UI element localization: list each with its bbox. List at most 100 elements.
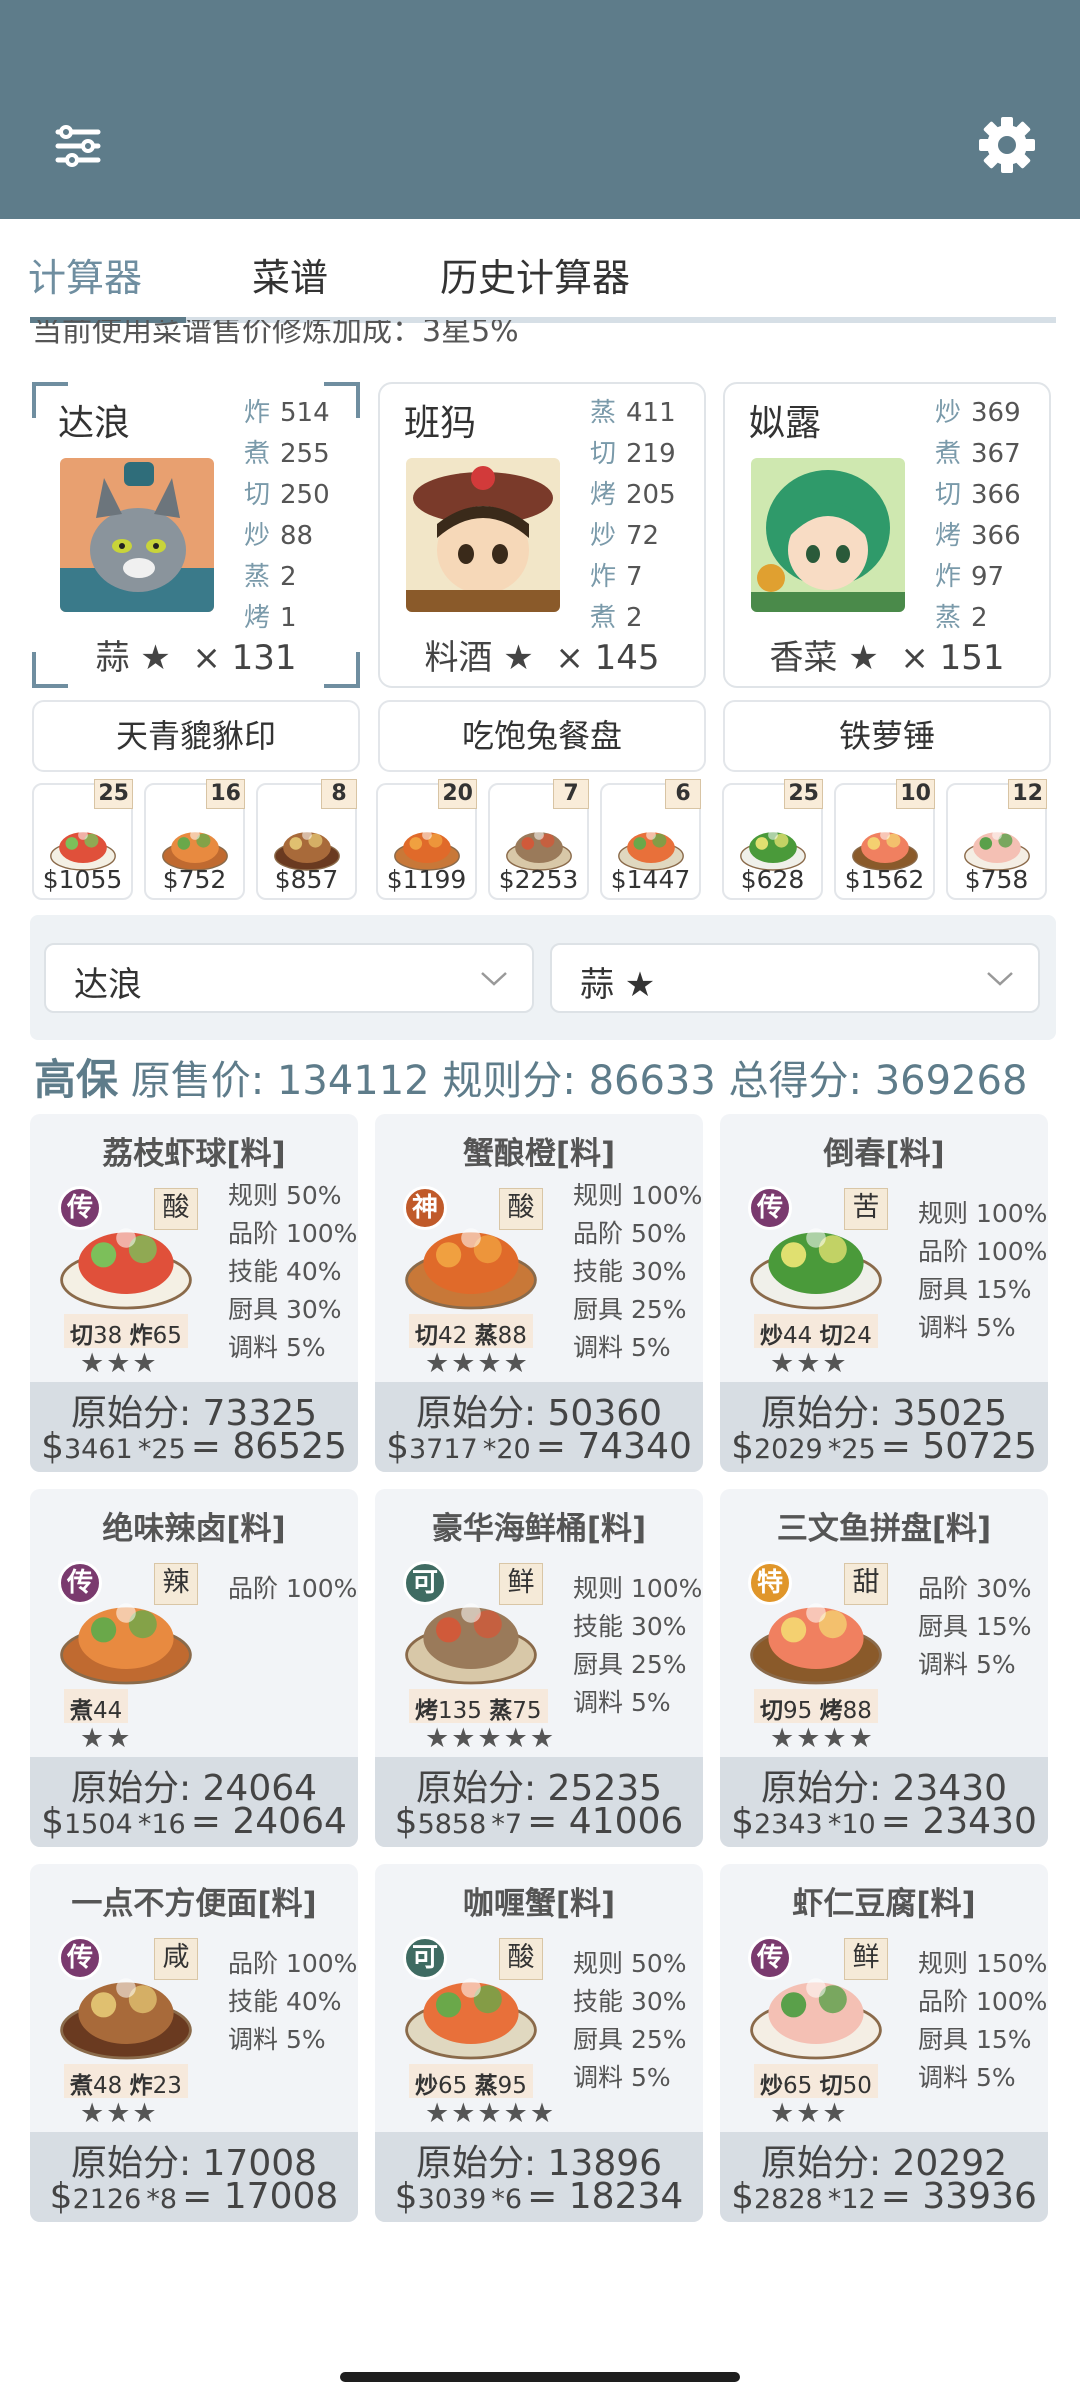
app-screen: { "header": {"color": "#5e7c8a", "left_i… — [0, 0, 1080, 2400]
rarity-badge: 可 — [403, 1561, 447, 1605]
bonus-rules: 品阶 30% 厨具 15% 调料 5% — [918, 1569, 1048, 1683]
notice-text: 当前使用菜谱售价修炼加成：3星5% — [32, 320, 519, 349]
score-calculation: $2029 *25 = 50725 — [731, 1426, 1037, 1467]
ingredient-dropdown[interactable]: 蒜 ★ — [550, 943, 1040, 1013]
recipe-card[interactable]: 绝味辣卤[料] 传辣品阶 100% 煮44 ★★ 原始分: 24064 $1504 *16… — [30, 1489, 358, 1847]
chef-ingredient-count: 料酒 ★ × 145 — [424, 638, 660, 678]
selected-dish-thumb[interactable]: 12 $758 — [946, 779, 1047, 900]
recipe-title: 咖喱蟹[料] — [462, 1886, 616, 1922]
equipment-slot[interactable]: 天青貔貅印 — [32, 700, 360, 772]
score-calculation: $2828 *12 = 33936 — [731, 2176, 1037, 2217]
chef-name: 班犸 — [404, 403, 477, 444]
chef-skills: 炸 514 煮 255 切 250 炒 88 蒸2 烤1 — [244, 398, 330, 633]
dish-quantity-badge: 12 — [1008, 779, 1047, 809]
bonus-rule: 调料 5% — [573, 1688, 671, 1717]
original-price: 134112 — [276, 1058, 430, 1104]
dish-quantity-badge: 25 — [94, 779, 133, 809]
star-rating: ★★ — [80, 1723, 133, 1754]
equipment-slot[interactable]: 吃饱兔餐盘 — [378, 700, 706, 772]
selected-dish-thumb[interactable]: 6 $1447 — [600, 779, 701, 900]
dish-quantity-badge: 25 — [784, 779, 823, 809]
flavor-tag: 酸 — [154, 1188, 198, 1230]
skill-requirements: 煮44 — [64, 1689, 129, 1724]
recipe-title: 豪华海鲜桶[料] — [431, 1511, 647, 1547]
recipe-card[interactable]: 三文鱼拼盘[料] 特甜品阶 30% 厨具 15% 调料 5% 切95 烤88 ★★★★ 原始… — [720, 1489, 1048, 1847]
selected-dish-thumb[interactable]: 7 $2253 — [488, 779, 589, 900]
bonus-rule: 品阶 100% — [918, 1987, 1048, 2016]
chef-avatar — [60, 458, 214, 612]
sliders-icon[interactable] — [42, 110, 112, 180]
dish-quantity-badge: 16 — [206, 779, 245, 809]
recipe-card[interactable]: 荔枝虾球[料] 传 酸 规则 50% 品阶 100% 技能 40% 厨具 30% 调料 5% 切… — [30, 1114, 358, 1472]
tab-history-calculator[interactable]: 历史计算器 — [440, 247, 630, 302]
recipe-title: 荔枝虾球[料] — [102, 1136, 286, 1172]
score-calculation: $3039 *6 = 18234 — [394, 2176, 684, 2217]
bonus-rules: 规则 100% 技能 30% 厨具 25% 调料 5% — [573, 1569, 703, 1721]
rarity-badge: 传 — [748, 1186, 792, 1230]
selected-dish-thumb[interactable]: 10 $1562 — [834, 779, 935, 900]
flavor-tag: 鲜 — [844, 1938, 888, 1980]
chevron-down-icon — [987, 972, 1013, 986]
star-rating: ★★★★ — [770, 1723, 875, 1754]
bonus-rule: 厨具 15% — [918, 1275, 1032, 1304]
dish-price: $1562 — [844, 865, 925, 894]
selected-dish-thumb[interactable]: 8 $857 — [256, 779, 357, 900]
bonus-rule: 调料 5% — [573, 2063, 671, 2092]
chef-name: 姒露 — [749, 403, 822, 444]
chef-ingredient-count: 香菜 ★ × 151 — [769, 638, 1005, 678]
bonus-rule: 品阶 100% — [228, 1219, 358, 1248]
dish-quantity-badge: 20 — [438, 779, 477, 809]
recipe-card[interactable]: 倒春[料] 传 苦 规则 100% 品阶 100% 厨具 15% 调料 5% 炒44 切24 ★… — [720, 1114, 1048, 1472]
chef-card[interactable]: 班犸 蒸 411 切 219 烤 205 炒 72 炸7 煮2 料酒 ★ × 145 — [378, 382, 706, 688]
bonus-rule: 品阶 100% — [918, 1237, 1048, 1266]
recipe-card[interactable]: 咖喱蟹[料] 可 酸 规则 50% 技能 30% 厨具 25% 调料 5% 炒65 蒸95 ★★… — [375, 1864, 703, 2222]
recipe-card[interactable]: 虾仁豆腐[料] 传 鲜 规则 150% 品阶 100% 厨具 15% 调料 5% 炒65 切5… — [720, 1864, 1048, 2222]
recipe-title: 倒春[料] — [823, 1136, 945, 1172]
recipe-card[interactable]: 豪华海鲜桶[料] 可 鲜 规则 100% 技能 30% 厨具 25% 调料 5% 烤135 蒸… — [375, 1489, 703, 1847]
flavor-tag: 鲜 — [499, 1563, 543, 1605]
chef-card[interactable]: 达浪 炸 514 煮 255 切 250 炒 88 蒸2 烤1 蒜 ★ × 131 — [32, 382, 360, 688]
selected-dish-thumb[interactable]: 25 $1055 — [32, 779, 133, 900]
recipe-card[interactable]: 蟹酿橙[料] 神 酸 规则 100% 品阶 50% 技能 30% 厨具 25% 调料 5% 切4… — [375, 1114, 703, 1472]
selected-dish-thumb[interactable]: 16 $752 — [144, 779, 245, 900]
bonus-rule: 调料 5% — [573, 1333, 671, 1362]
chef-card[interactable]: 姒露 炒 369 煮 367 切 366 烤 366 炸 97 蒸2 香菜 ★ × 151 — [723, 382, 1051, 688]
score-calculation: $2126 *8 = 17008 — [49, 2176, 339, 2217]
star-rating: ★★★ — [770, 2098, 849, 2129]
flavor-tag: 酸 — [499, 1938, 543, 1980]
gear-icon[interactable] — [972, 110, 1042, 180]
star-rating: ★★★ — [80, 2098, 159, 2129]
bonus-rule: 技能 30% — [573, 1987, 687, 2016]
tab-recipes[interactable]: 菜谱 — [252, 247, 328, 302]
skill-requirements: 炒65 蒸95 — [409, 2064, 533, 2099]
bonus-rule: 技能 30% — [573, 1612, 687, 1641]
flavor-tag: 酸 — [499, 1188, 543, 1230]
recipe-title: 虾仁豆腐[料] — [792, 1886, 976, 1922]
star-rating: ★★★★★ — [425, 2098, 557, 2129]
dish-price: $758 — [964, 865, 1029, 894]
bonus-rule: 规则 100% — [573, 1181, 703, 1210]
selected-dish-thumb[interactable]: 25 $628 — [722, 779, 823, 900]
bonus-rule: 厨具 25% — [573, 2025, 687, 2054]
selected-dish-thumb[interactable]: 20 $1199 — [376, 779, 477, 900]
tab-calculator[interactable]: 计算器 — [28, 247, 142, 302]
total-score: 369268 — [874, 1058, 1028, 1104]
bonus-rule: 品阶 100% — [228, 1574, 358, 1603]
rarity-badge: 神 — [403, 1186, 447, 1230]
recipe-title: 一点不方便面[料] — [71, 1886, 317, 1922]
home-indicator[interactable] — [340, 2372, 740, 2382]
rarity-badge: 可 — [403, 1936, 447, 1980]
bonus-rule: 规则 100% — [918, 1199, 1048, 1228]
app-header — [0, 0, 1080, 219]
chef-dropdown[interactable]: 达浪 — [44, 943, 534, 1013]
score-calculation: $3461 *25 = 86525 — [41, 1426, 347, 1467]
star-rating: ★★★★ — [425, 1348, 530, 1379]
score-summary: 高保 原售价: 134112 规则分: 86633 总得分: 369268 — [34, 1055, 1028, 1104]
recipe-card[interactable]: 一点不方便面[料] 传咸品阶 100% 技能 40% 调料 5% 煮48 炸23 ★★★ 原… — [30, 1864, 358, 2222]
bonus-rules: 规则 150% 品阶 100% 厨具 15% 调料 5% — [918, 1944, 1048, 2096]
skill-requirements: 切42 蒸88 — [409, 1314, 533, 1349]
equipment-slot[interactable]: 铁萝锤 — [723, 700, 1051, 772]
skill-requirements: 炒65 切50 — [754, 2064, 878, 2099]
bonus-rule: 厨具 30% — [228, 1295, 342, 1324]
bonus-rule: 品阶 50% — [573, 1219, 687, 1248]
